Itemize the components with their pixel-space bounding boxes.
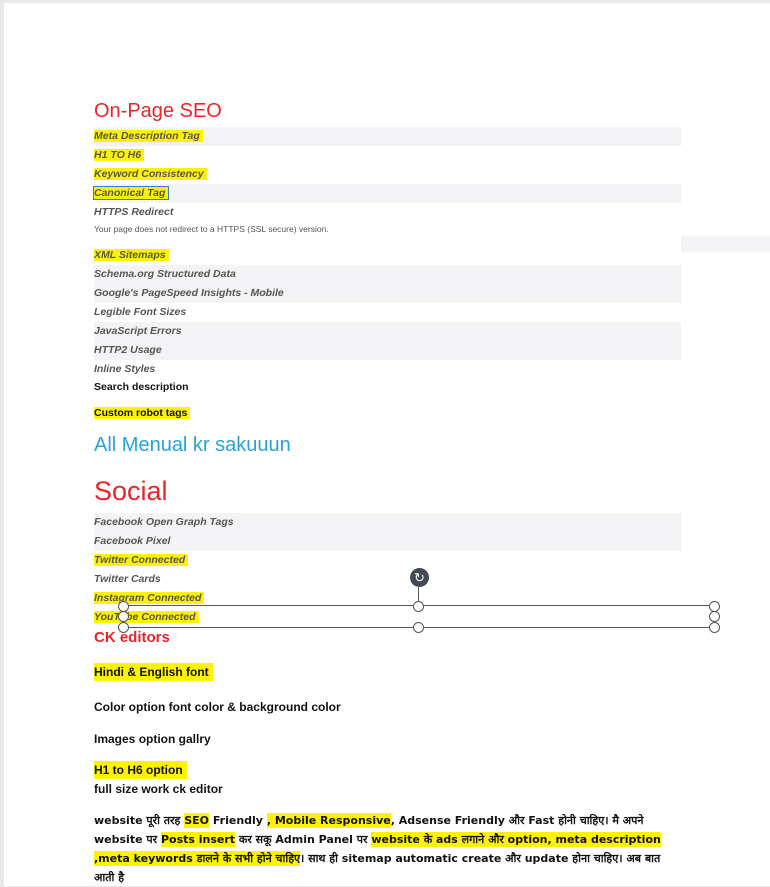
ck-line: Images option gallry [94, 732, 211, 746]
item-label: JavaScript Errors [94, 325, 182, 337]
item-pagespeed: Google's PageSpeed Insights - Mobile [94, 284, 681, 303]
item-label: Instagram Connected [94, 592, 205, 604]
ck-line-text: Hindi & English font [94, 663, 213, 681]
item-label: Inline Styles [94, 363, 156, 375]
item-label: Keyword Consistency [94, 168, 207, 180]
item-js-errors: JavaScript Errors [94, 322, 681, 341]
item-font-sizes: Legible Font Sizes [94, 303, 681, 322]
para-highlight: , Mobile Responsive [266, 813, 391, 828]
resize-handle[interactable] [118, 611, 129, 622]
resize-handle[interactable] [709, 622, 720, 633]
onpage-seo-heading: On-Page SEO [94, 100, 222, 122]
item-label: H1 TO H6 [94, 149, 145, 161]
item-xml-sitemaps: XML Sitemaps [94, 246, 681, 265]
resize-handle[interactable] [413, 601, 424, 612]
ck-line: Color option font color & background col… [94, 700, 341, 714]
item-label: Legible Font Sizes [94, 306, 187, 318]
ck-line-text: H1 to H6 option [94, 761, 187, 779]
item-label: Facebook Pixel [94, 535, 171, 547]
social-item-youtube: YouTube Connected [94, 608, 681, 627]
item-label: Twitter Cards [94, 573, 161, 585]
ck-line: H1 to H6 option [94, 761, 187, 779]
item-label: Meta Description Tag [94, 130, 203, 142]
item-canonical-tag: Canonical Tag [92, 184, 681, 203]
item-label: XML Sitemaps [94, 249, 169, 261]
item-label: Canonical Tag [92, 186, 170, 200]
item-meta-description: Meta Description Tag [94, 127, 681, 146]
https-note: Your page does not redirect to a HTTPS (… [94, 224, 329, 234]
item-keyword-consistency: Keyword Consistency [94, 165, 681, 184]
item-http2: HTTP2 Usage [94, 341, 681, 360]
item-label: Google's PageSpeed Insights - Mobile [94, 287, 284, 299]
item-label: HTTP2 Usage [94, 344, 162, 356]
ck-line: full size work ck editor [94, 782, 223, 796]
rotate-icon[interactable]: ↻ [410, 568, 429, 587]
menual-heading: All Menual kr sakuuun [94, 434, 291, 456]
para-text: website पूरी तरह [94, 814, 185, 827]
requirements-paragraph: website पूरी तरह SEO Friendly , Mobile R… [94, 811, 684, 887]
para-highlight: SEO [184, 813, 210, 828]
resize-handle[interactable] [709, 611, 720, 622]
social-item-twitter-cards: Twitter Cards [94, 570, 681, 589]
social-item-fb-pixel: Facebook Pixel [94, 532, 681, 551]
item-custom-robot-tags: Custom robot tags [94, 404, 681, 423]
item-label: Schema.org Structured Data [94, 268, 236, 280]
item-inline-styles: Inline Styles [94, 360, 681, 379]
item-label: YouTube Connected [94, 611, 199, 623]
document-page: On-Page SEO Meta Description Tag H1 TO H… [4, 3, 770, 886]
item-schema: Schema.org Structured Data [94, 265, 681, 284]
item-https-redirect: HTTPS Redirect [94, 203, 681, 222]
shade-strip [681, 236, 770, 252]
item-label: Twitter Connected [94, 554, 189, 566]
para-text: Friendly [209, 814, 267, 827]
item-label: Search description [94, 381, 189, 393]
item-h1-to-h6: H1 TO H6 [94, 146, 681, 165]
social-heading: Social [94, 476, 168, 506]
resize-handle[interactable] [413, 622, 424, 633]
item-label: Facebook Open Graph Tags [94, 516, 234, 528]
item-search-description: Search description [94, 378, 681, 397]
ck-line: Hindi & English font [94, 663, 213, 681]
para-highlight: Posts insert [160, 832, 236, 847]
social-item-og: Facebook Open Graph Tags [94, 513, 681, 532]
para-text: कर सकू Admin Panel पर [235, 833, 372, 846]
item-label: Custom robot tags [94, 407, 191, 419]
ck-editors-heading: CK editors [94, 629, 170, 646]
item-label: HTTPS Redirect [94, 206, 174, 218]
social-item-twitter: Twitter Connected [94, 551, 681, 570]
